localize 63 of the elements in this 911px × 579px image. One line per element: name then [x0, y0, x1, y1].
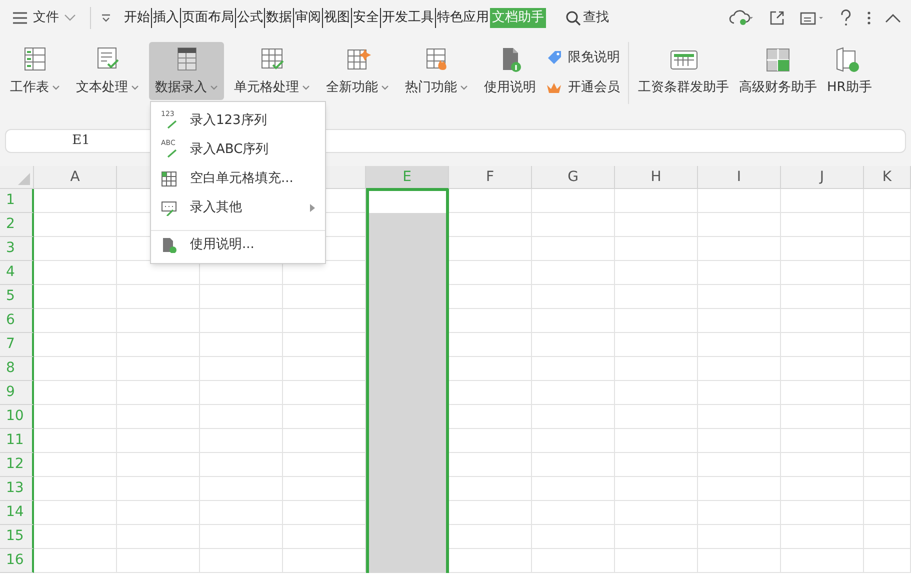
ribbon-tool-button[interactable]: 工作表 [4, 42, 66, 100]
menu-tab[interactable]: 页面布局 [180, 8, 235, 28]
menu-item[interactable]: 空白单元格填充... [151, 164, 325, 193]
more-icon [867, 10, 871, 26]
cell[interactable] [366, 549, 449, 573]
quick-access-icon [101, 14, 111, 22]
cloud-icon [729, 10, 755, 26]
menu-icon [12, 12, 28, 24]
pencil-stroke-icon [167, 148, 177, 158]
input-box-icon [161, 200, 177, 216]
ribbon-tool-button[interactable]: 热门功能 [399, 42, 474, 100]
menu-tab[interactable]: 审阅 [293, 8, 322, 28]
ribbon-helper-button[interactable]: 工资条群发助手 [633, 42, 734, 100]
menu-item[interactable]: 录入其他 [151, 193, 325, 222]
ribbon-tool-button[interactable]: 数据录入 [149, 42, 224, 100]
ribbon-helper-button[interactable]: 高级财务助手 [734, 42, 822, 100]
search-icon [566, 10, 581, 26]
search-button[interactable]: 查找 [566, 8, 609, 28]
menu-tab[interactable]: 视图 [322, 8, 351, 28]
ribbon-helper-button[interactable]: HR助手 [822, 42, 877, 100]
cell[interactable] [366, 189, 449, 213]
ribbon-tool-button[interactable]: 文本处理 [70, 42, 145, 100]
document-info-icon [161, 237, 177, 253]
menu-item[interactable]: 使用说明... [151, 230, 325, 259]
caret-icon [131, 85, 139, 90]
ribbon-small-button[interactable]: 限免说明 [546, 46, 620, 70]
ribbon-tool-button[interactable]: 全新功能 [320, 42, 395, 100]
caret-icon [460, 85, 468, 90]
ribbon-tool-button[interactable]: 单元格处理 [228, 42, 316, 100]
menu-tab[interactable]: 数据 [264, 8, 293, 28]
menu-tab[interactable]: 开发工具 [380, 8, 435, 28]
caret-icon [381, 85, 389, 90]
share-icon [769, 10, 785, 26]
column-header[interactable]: I [698, 166, 781, 189]
table-check-icon [259, 46, 285, 72]
cell[interactable] [366, 213, 449, 237]
caret-icon [302, 85, 310, 90]
menu-tab[interactable]: 开始 [123, 8, 151, 28]
chevron-down-icon [64, 14, 76, 22]
column-header[interactable]: K [864, 166, 911, 189]
submenu-arrow-icon [310, 204, 315, 212]
template-icon [799, 10, 825, 26]
grid-sheet-icon [22, 46, 48, 72]
table-flame-icon [424, 46, 450, 72]
ribbon-tool-button[interactable]: 使用说明 [478, 42, 542, 100]
menu-tab[interactable]: 插入 [151, 8, 180, 28]
table-grid-icon [161, 170, 177, 186]
caret-icon [52, 85, 60, 90]
column-header[interactable]: G [532, 166, 615, 189]
menu-tab[interactable]: 公式 [235, 8, 264, 28]
collapse-icon [885, 13, 901, 23]
column-header[interactable]: H [615, 166, 698, 189]
menu-tab[interactable]: 安全 [351, 8, 380, 28]
pencil-stroke-icon [167, 120, 177, 128]
column-header[interactable]: A [34, 166, 117, 189]
file-menu-button[interactable]: 文件 [8, 8, 80, 28]
select-all-icon [18, 173, 30, 185]
caret-icon [210, 85, 218, 90]
tag-icon [546, 50, 562, 66]
column-header[interactable]: J [781, 166, 864, 189]
help-icon [839, 9, 853, 27]
column-header[interactable]: F [449, 166, 532, 189]
ribbon-small-button[interactable]: 开通会员 [546, 76, 620, 100]
